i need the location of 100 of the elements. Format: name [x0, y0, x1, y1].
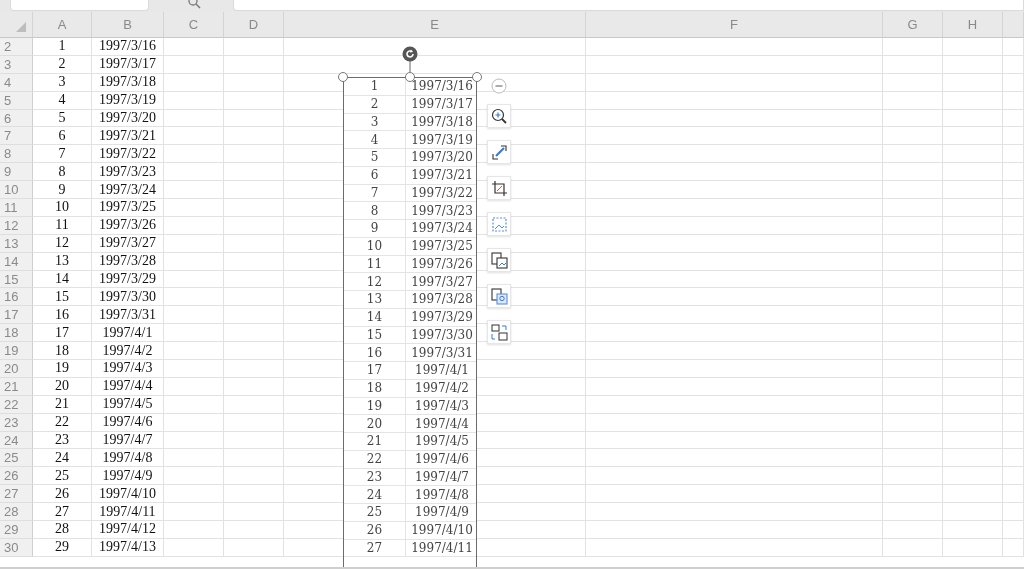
row-header[interactable]: 8 — [0, 145, 33, 164]
table-cell — [164, 252, 224, 271]
image-table-cell: 1997/3/25 — [406, 237, 476, 256]
row-header[interactable]: 10 — [0, 181, 33, 199]
image-table-cell: 12 — [344, 273, 406, 291]
table-cell — [1003, 395, 1024, 414]
column-header[interactable]: A — [33, 12, 92, 38]
table-cell — [943, 270, 1003, 289]
resize-handle[interactable] — [338, 72, 348, 82]
table-cell — [883, 503, 943, 522]
table-cell: 1997/3/16 — [92, 38, 164, 56]
table-cell — [164, 181, 224, 199]
resize-handle[interactable] — [472, 72, 482, 82]
table-cell — [943, 324, 1003, 343]
document-search-button[interactable] — [487, 284, 511, 308]
row-header[interactable]: 17 — [0, 306, 33, 325]
table-cell — [224, 503, 284, 522]
column-header[interactable]: H — [943, 12, 1003, 38]
column-header[interactable]: B — [92, 12, 164, 38]
column-header[interactable]: D — [224, 12, 284, 38]
image-table-cell: 4 — [344, 131, 406, 149]
row-header[interactable]: 29 — [0, 521, 33, 539]
table-cell — [943, 127, 1003, 146]
row-header[interactable]: 7 — [0, 127, 33, 146]
table-cell — [1003, 467, 1024, 486]
table-cell — [1003, 377, 1024, 396]
row-header[interactable]: 20 — [0, 360, 33, 378]
table-cell — [1003, 38, 1024, 56]
row-header[interactable]: 9 — [0, 163, 33, 182]
collapse-icon[interactable] — [491, 78, 507, 94]
table-cell: 26 — [33, 485, 92, 504]
table-cell — [1003, 342, 1024, 361]
table-cell — [883, 199, 943, 217]
image-table-cell: 20 — [344, 415, 406, 433]
image-table-cell: 19 — [344, 397, 406, 416]
image-table-cell: 1997/4/2 — [406, 379, 476, 398]
image-table-cell: 22 — [344, 450, 406, 469]
row-header[interactable]: 25 — [0, 449, 33, 468]
table-cell — [1003, 91, 1024, 110]
table-cell — [883, 485, 943, 504]
rotate-handle[interactable] — [402, 46, 418, 72]
table-cell — [1003, 199, 1024, 217]
column-header[interactable]: F — [586, 12, 883, 38]
table-cell — [164, 199, 224, 217]
formula-field[interactable] — [233, 0, 1024, 11]
image-table-cell: 16 — [344, 344, 406, 362]
table-cell: 24 — [33, 449, 92, 468]
column-header[interactable]: E — [284, 12, 586, 38]
table-cell: 9 — [33, 181, 92, 199]
row-header[interactable]: 2 — [0, 38, 33, 56]
table-image[interactable] — [343, 77, 477, 567]
row-header[interactable]: 28 — [0, 503, 33, 522]
row-header[interactable]: 19 — [0, 342, 33, 361]
image-table-cell: 23 — [344, 468, 406, 487]
table-cell — [883, 360, 943, 378]
table-cell — [943, 38, 1003, 56]
table-cell — [164, 449, 224, 468]
image-table-cell: 1997/3/17 — [406, 95, 476, 114]
table-cell — [224, 91, 284, 110]
table-cell: 1997/3/30 — [92, 288, 164, 307]
row-header[interactable]: 27 — [0, 485, 33, 504]
column-header[interactable]: C — [164, 12, 224, 38]
copy-image-button[interactable] — [487, 248, 511, 272]
table-cell: 10 — [33, 199, 92, 217]
table-cell — [1003, 306, 1024, 325]
table-cell — [164, 109, 224, 128]
table-cell — [224, 306, 284, 325]
copy-image-icon — [489, 250, 509, 270]
table-cell: 1997/3/20 — [92, 109, 164, 128]
table-cell — [224, 288, 284, 307]
table-cell: 29 — [33, 538, 92, 557]
table-cell — [883, 288, 943, 307]
table-cell: 18 — [33, 342, 92, 361]
row-header[interactable]: 11 — [0, 199, 33, 217]
table-cell — [883, 342, 943, 361]
row-header[interactable]: 26 — [0, 467, 33, 486]
table-cell — [224, 127, 284, 146]
row-header[interactable]: 18 — [0, 324, 33, 343]
table-cell — [164, 145, 224, 164]
pencil-button[interactable] — [487, 140, 511, 164]
table-cell: 8 — [33, 163, 92, 182]
column-header[interactable]: G — [883, 12, 943, 38]
zoom-in-button[interactable] — [487, 104, 511, 128]
resize-handle[interactable] — [405, 72, 415, 82]
table-cell — [943, 55, 1003, 74]
table-cell — [224, 324, 284, 343]
image-table-cell: 1997/4/4 — [406, 415, 476, 433]
image-table-cell: 11 — [344, 255, 406, 274]
search-icon[interactable] — [187, 0, 203, 10]
row-header[interactable]: 16 — [0, 288, 33, 307]
swap-image-button[interactable] — [487, 320, 511, 344]
table-cell: 1997/3/23 — [92, 163, 164, 182]
image-button[interactable] — [487, 212, 511, 236]
table-cell — [1003, 288, 1024, 307]
crop-button[interactable] — [487, 176, 511, 200]
table-cell — [883, 216, 943, 235]
table-cell — [883, 145, 943, 164]
table-cell: 4 — [33, 91, 92, 110]
table-cell: 1997/3/31 — [92, 306, 164, 325]
table-cell: 15 — [33, 288, 92, 307]
